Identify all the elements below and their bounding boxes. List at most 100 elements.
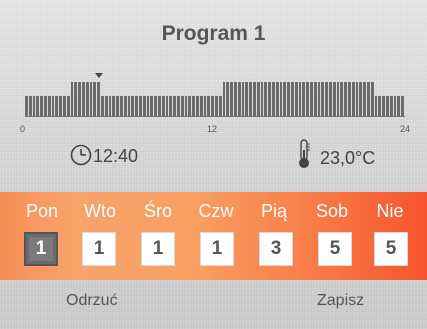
day-program-pon[interactable]: 1 [24,232,58,266]
schedule-bar [386,96,389,116]
schedule-bar [237,82,241,116]
days-panel: Pon Wto Śro Czw Pią Sob Nie 1 1 1 1 3 5 … [0,192,427,280]
day-program-nie[interactable]: 5 [374,232,408,266]
schedule-bar [150,96,154,116]
schedule-bar [192,96,195,116]
schedule-bar [234,82,237,116]
schedule-bar [382,96,385,116]
schedule-bar [218,96,222,116]
temperature-readout: 23,0°C [320,148,376,168]
schedule-bar [44,96,47,116]
schedule-bar [51,96,55,116]
schedule-bar [89,82,93,116]
schedule-bar [63,96,66,116]
cancel-button[interactable]: Odrzuć [66,292,118,310]
schedule-bar [268,82,271,116]
schedule-bar [336,82,340,116]
schedule-bars [25,78,405,116]
schedule-bar [169,96,173,116]
schedule-bar [329,82,332,116]
schedule-bar [291,82,294,116]
schedule-bar [222,82,226,116]
schedule-bar [97,82,100,116]
day-program-sro[interactable]: 1 [141,232,175,266]
schedule-bar [351,82,355,116]
day-program-sob[interactable]: 5 [318,232,352,266]
schedule-bar [256,82,260,116]
schedule-bar [173,96,176,116]
day-program-row: 1 1 1 1 3 5 5 [0,232,427,268]
schedule-bar [85,82,89,116]
schedule-bar [367,82,370,116]
schedule-bar [47,96,51,116]
schedule-bar [321,82,325,116]
schedule-bar [139,96,142,116]
schedule-bar [230,82,233,116]
schedule-bar [93,82,97,116]
day-label-czw: Czw [198,201,234,221]
schedule-bar [78,82,81,116]
schedule-bar [104,96,108,116]
day-label-pon: Pon [25,201,59,221]
status-row: 12:40 23,0°C [0,139,427,174]
schedule-bar [397,96,401,116]
schedule-bar [70,82,74,116]
schedule-bar [294,82,298,116]
schedule-bar [142,96,146,116]
schedule-bar [158,96,161,116]
chart-axis [25,116,405,117]
schedule-bar [146,96,150,116]
schedule-bar [306,82,309,116]
schedule-bar [207,96,211,116]
schedule-bar [101,96,104,116]
schedule-bar [123,96,127,116]
schedule-bar [199,96,203,116]
current-time: 12:40 [93,146,139,166]
schedule-bar [127,96,131,116]
schedule-bar [40,96,43,116]
schedule-bar [393,96,397,116]
schedule-chart: 0 12 24 [18,66,412,136]
schedule-bar [59,96,62,116]
schedule-bar [283,82,287,116]
schedule-bar [135,96,138,116]
schedule-bar [389,96,393,116]
schedule-bar [188,96,192,116]
schedule-bar [112,96,116,116]
schedule-bar [184,96,188,116]
tick-label-0: 0 [20,124,26,134]
tick-label-12: 12 [207,124,218,134]
schedule-bar [196,96,199,116]
day-program-czw[interactable]: 1 [200,232,234,266]
schedule-bar [298,82,302,116]
schedule-bar [131,96,135,116]
schedule-bar [32,96,36,116]
schedule-bar [226,82,230,116]
schedule-bar [215,96,218,116]
day-label-nie: Nie [376,201,404,221]
thermometer-icon [299,139,310,168]
schedule-bar [253,82,256,116]
schedule-bar [28,96,32,116]
save-button[interactable]: Zapisz [317,292,364,310]
schedule-bar [74,82,78,116]
schedule-bar [370,82,374,116]
schedule-bar [66,96,70,116]
footer-actions: Odrzuć Zapisz [0,290,427,320]
schedule-bar [161,96,165,116]
schedule-bar [203,96,207,116]
schedule-bar [154,96,157,116]
schedule-bar [264,82,268,116]
schedule-bar [359,82,363,116]
schedule-bar [241,82,245,116]
schedule-bar [363,82,366,116]
schedule-bar [249,82,252,116]
day-label-wto: Wto [83,201,116,221]
day-program-wto[interactable]: 1 [82,232,116,266]
day-label-sob: Sob [315,201,349,221]
schedule-bar [165,96,169,116]
schedule-bar [55,96,59,116]
schedule-bar [275,82,279,116]
schedule-bar [120,96,123,116]
day-program-pia[interactable]: 3 [259,232,293,266]
